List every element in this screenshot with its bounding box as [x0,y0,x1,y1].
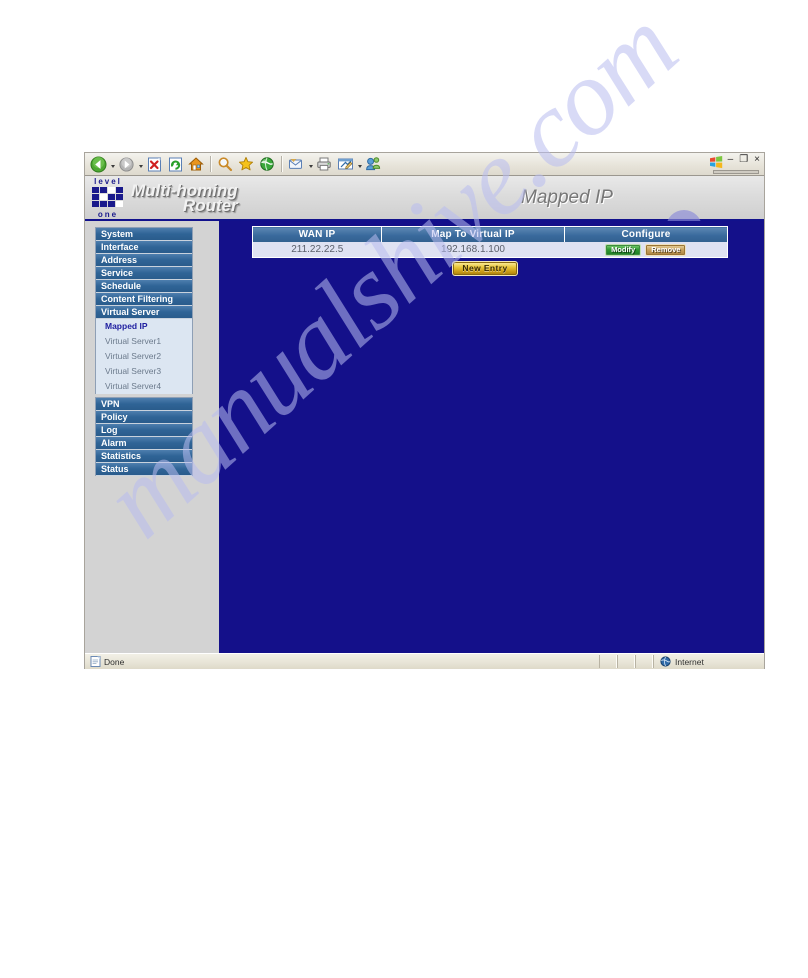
sidebar-item-system[interactable]: System [96,228,192,241]
refresh-button[interactable] [165,155,185,174]
table-row: 211.22.22.5 192.168.1.100 Modify Remove [252,242,728,258]
restore-button[interactable]: ❐ [739,155,748,165]
browser-window: – ❐ × level one Multi-homing Router Mapp… [84,152,765,669]
forward-button[interactable] [116,155,136,174]
toolbar-separator-2 [281,156,283,172]
mail-icon [289,159,302,169]
home-icon [188,157,204,171]
sidebar-subitem-mapped-ip[interactable]: Mapped IP [96,319,192,334]
edit-button[interactable] [335,155,355,174]
new-entry-row: New Entry [252,261,718,276]
product-name: Multi-homing Router [131,182,238,214]
print-button[interactable] [314,155,334,174]
edit-page-icon [337,158,353,169]
sidebar-subitem-virtual-server2[interactable]: Virtual Server2 [96,349,192,364]
status-bar: Done Internet [85,653,764,669]
mail-button[interactable] [286,155,306,174]
mapped-ip-table: WAN IP Map To Virtual IP Configure 211.2… [252,226,728,258]
stop-icon [147,157,161,171]
messenger-icon [366,157,381,171]
messenger-button[interactable] [363,155,383,174]
sidebar-menu-bottom: VPN Policy Log Alarm Statistics Status [95,397,193,476]
edit-dropdown-button[interactable] [356,155,363,174]
levelone-logo-icon: level one [90,177,126,219]
mail-dropdown-button[interactable] [307,155,314,174]
sidebar-item-vpn[interactable]: VPN [96,398,192,411]
status-message-pane: Done [87,655,127,668]
internet-globe-icon [660,656,671,667]
back-dropdown-button[interactable] [109,155,116,174]
search-icon [218,157,233,172]
cell-virtual-ip: 192.168.1.100 [381,242,565,258]
star-icon [238,156,254,171]
column-header-configure: Configure [564,226,728,242]
content-area: WAN IP Map To Virtual IP Configure 211.2… [219,221,764,653]
sidebar-item-log[interactable]: Log [96,424,192,437]
product-banner: level one Multi-homing Router Mapped IP [85,176,764,228]
sidebar: System Interface Address Service Schedul… [85,221,219,653]
forward-dropdown-button[interactable] [137,155,144,174]
close-button[interactable]: × [754,155,760,165]
cell-configure: Modify Remove [564,242,728,258]
printer-icon [317,157,331,171]
page-body: System Interface Address Service Schedul… [85,221,764,653]
logo-grid-icon [92,186,123,207]
history-globe-icon [260,157,274,171]
column-header-virtual-ip: Map To Virtual IP [381,226,565,242]
sidebar-item-address[interactable]: Address [96,254,192,267]
page-title: Mapped IP [521,186,613,208]
sidebar-item-virtual-server[interactable]: Virtual Server [96,306,192,319]
mapped-ip-table-wrapper: WAN IP Map To Virtual IP Configure 211.2… [252,226,728,258]
sidebar-item-content-filtering[interactable]: Content Filtering [96,293,192,306]
sidebar-subitem-virtual-server3[interactable]: Virtual Server3 [96,364,192,379]
search-button[interactable] [215,155,235,174]
security-zone-label: Internet [675,656,704,667]
refresh-icon [168,157,182,171]
status-segment-2 [617,655,635,668]
stop-button[interactable] [144,155,164,174]
minimize-button[interactable]: – [728,155,734,165]
back-button[interactable] [88,155,108,174]
home-button[interactable] [186,155,206,174]
status-segment-1 [599,655,617,668]
sidebar-item-status[interactable]: Status [96,463,192,476]
modify-button[interactable]: Modify [605,243,642,256]
sidebar-subitem-virtual-server4[interactable]: Virtual Server4 [96,379,192,394]
history-button[interactable] [257,155,277,174]
new-entry-button[interactable]: New Entry [452,261,518,276]
toolbar-separator [210,156,212,172]
column-header-wan-ip: WAN IP [252,226,382,242]
sidebar-item-schedule[interactable]: Schedule [96,280,192,293]
security-zone-pane[interactable]: Internet [653,655,762,668]
cell-wan-ip: 211.22.22.5 [252,242,382,258]
browser-toolbar: – ❐ × [85,153,764,176]
logo-bottom-text: one [97,209,119,219]
windows-logo-icon [709,156,722,169]
logo-top-text: level [94,176,122,186]
status-message: Done [104,656,125,667]
sidebar-item-policy[interactable]: Policy [96,411,192,424]
status-segment-3 [635,655,653,668]
sidebar-subitem-virtual-server1[interactable]: Virtual Server1 [96,334,192,349]
toolbar-scroll-stub[interactable] [713,170,759,174]
sidebar-item-service[interactable]: Service [96,267,192,280]
sidebar-item-alarm[interactable]: Alarm [96,437,192,450]
remove-button[interactable]: Remove [645,243,687,256]
sidebar-item-interface[interactable]: Interface [96,241,192,254]
forward-arrow-icon [118,156,134,172]
page-icon [90,656,101,667]
sidebar-menu-top: System Interface Address Service Schedul… [95,227,193,394]
favorites-button[interactable] [236,155,256,174]
table-header-row: WAN IP Map To Virtual IP Configure [252,226,728,242]
brand-logo: level one Multi-homing Router [85,177,238,219]
sidebar-item-statistics[interactable]: Statistics [96,450,192,463]
back-arrow-icon [90,156,106,172]
